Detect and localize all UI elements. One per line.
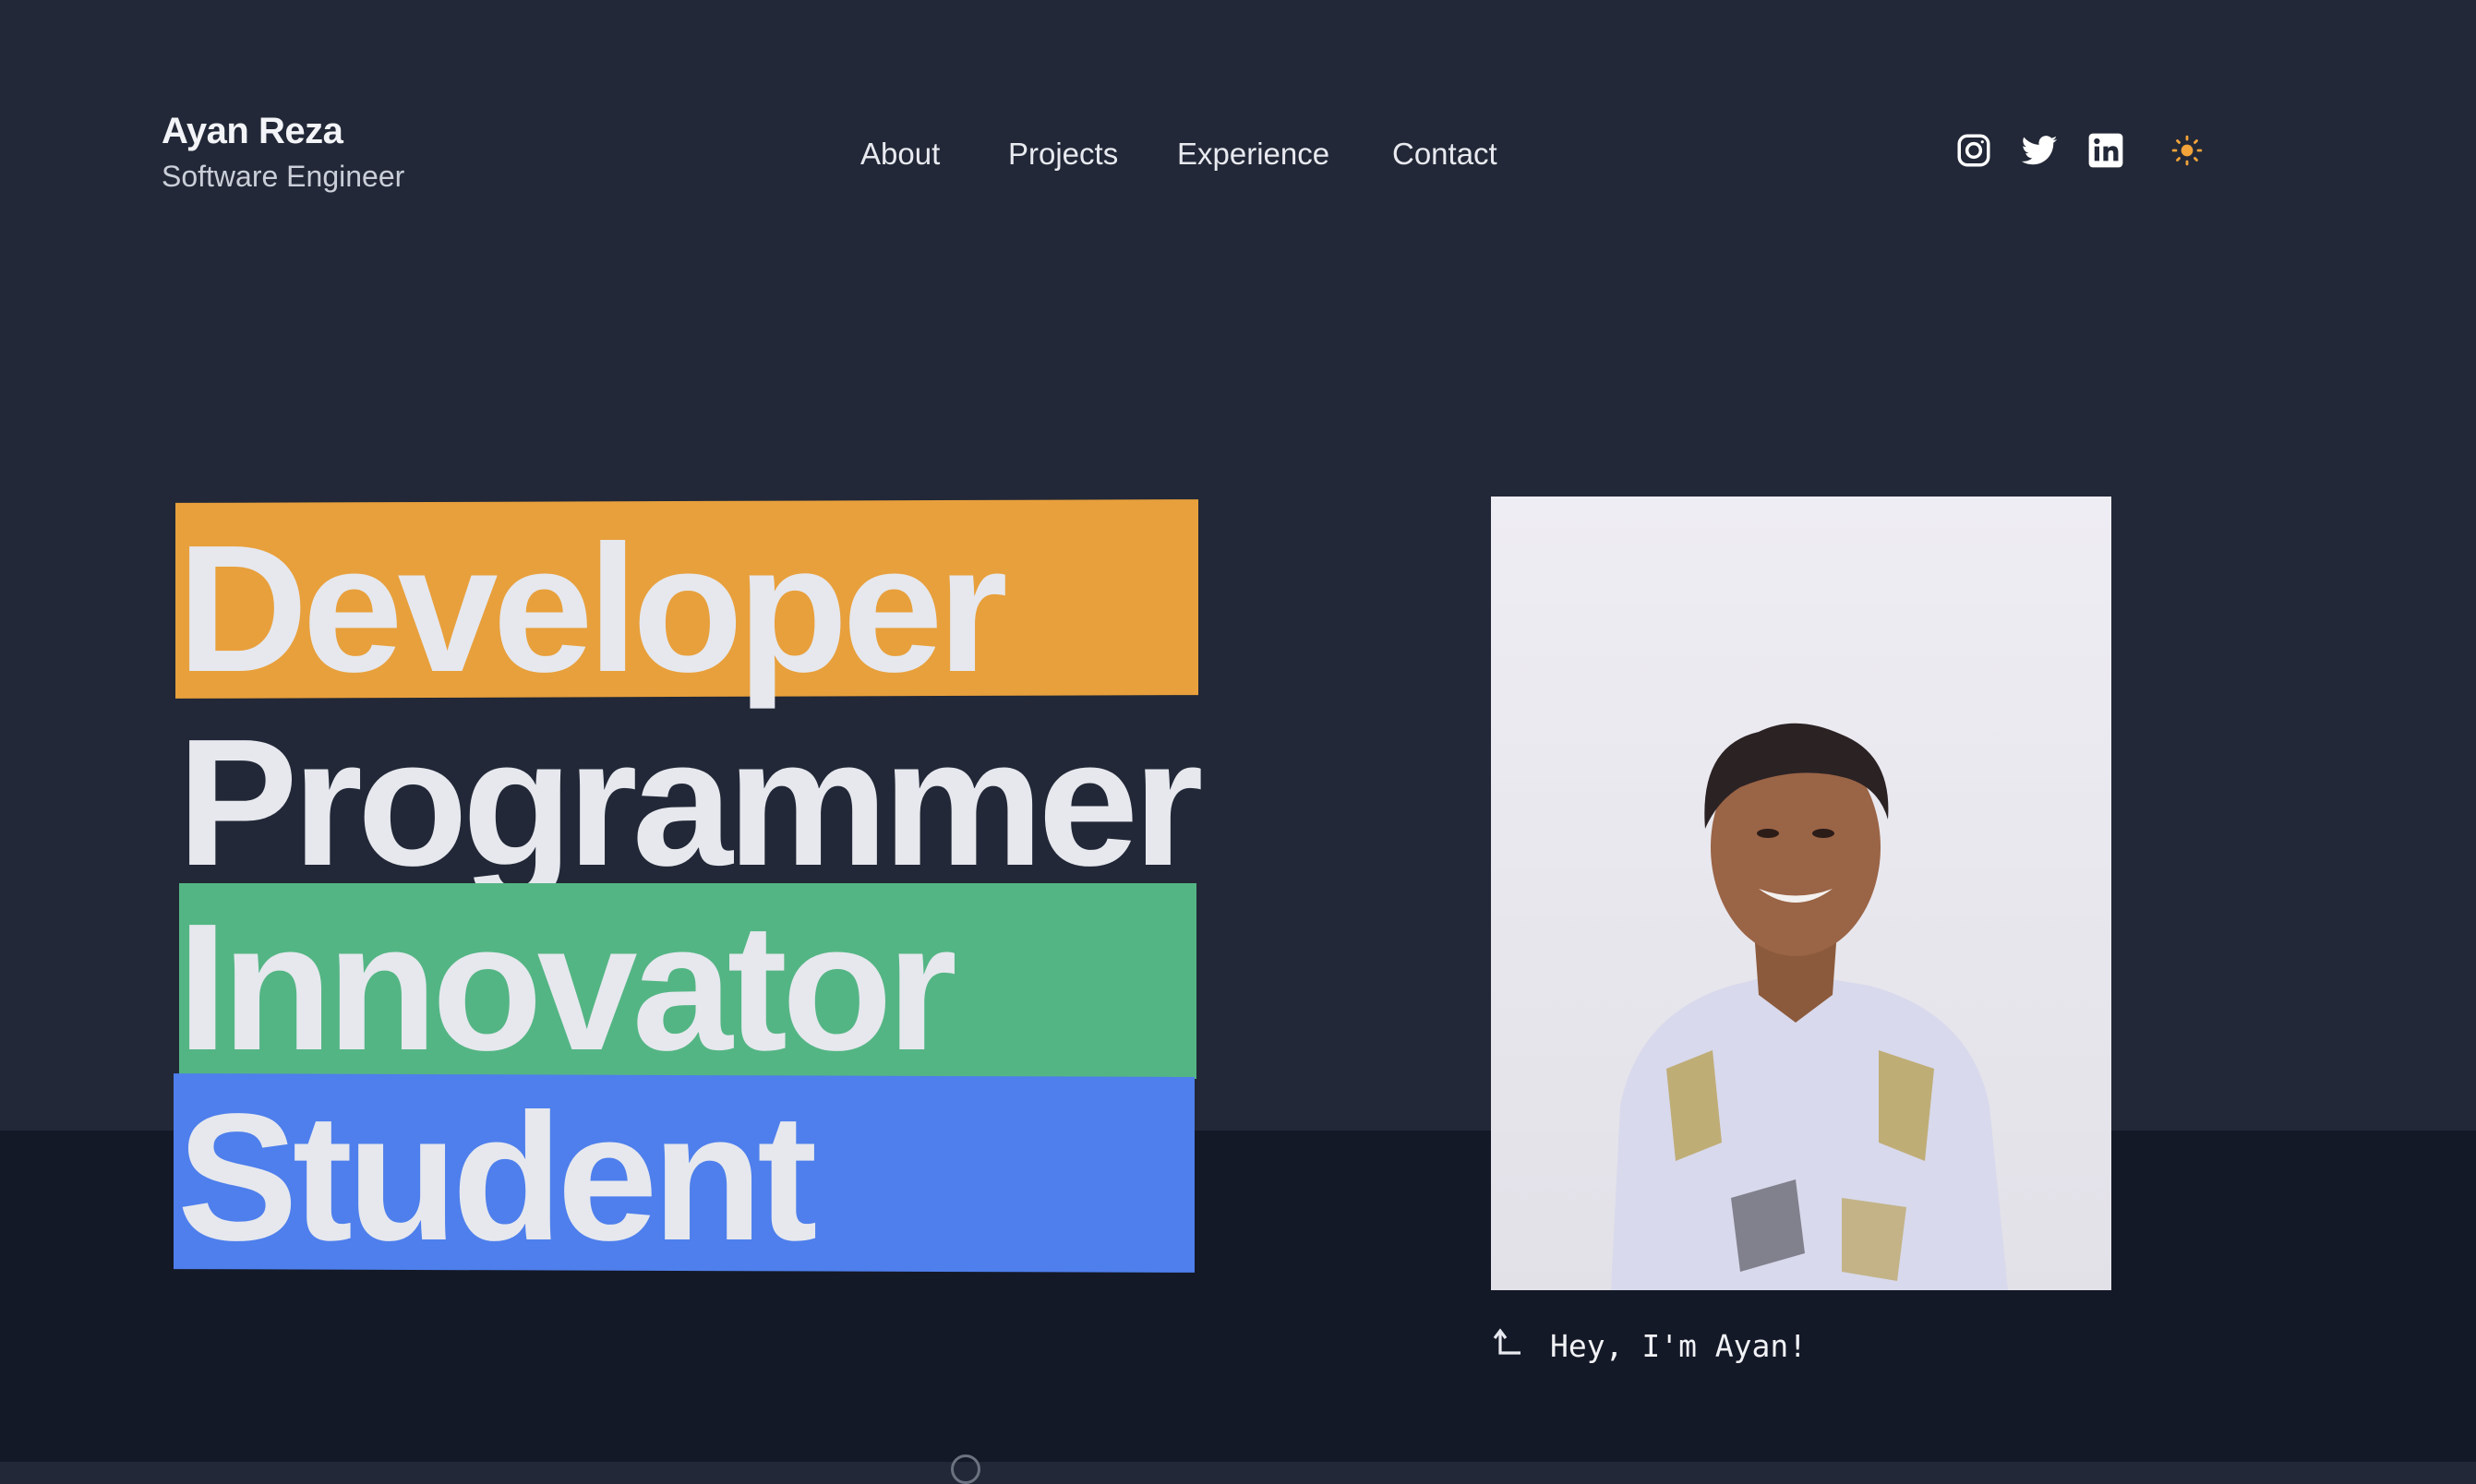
photo-caption: Hey, I'm Ayan!	[1491, 1327, 1807, 1364]
hero-word-developer: Developer	[177, 508, 1008, 710]
sun-icon	[2171, 135, 2203, 166]
nav-projects[interactable]: Projects	[1008, 135, 1118, 174]
nav-contact[interactable]: Contact	[1392, 135, 1497, 174]
twitter-icon[interactable]	[2020, 131, 2059, 170]
theme-toggle-button[interactable]	[2171, 135, 2203, 166]
hero-word-student: Student	[177, 1076, 817, 1278]
hero-word-programmer: Programmer	[177, 701, 1204, 904]
brand[interactable]: Ayan Reza Software Engineer	[162, 109, 404, 196]
brand-role: Software Engineer	[162, 160, 405, 193]
linkedin-icon[interactable]	[2086, 131, 2125, 170]
caption-text: Hey, I'm Ayan!	[1550, 1327, 1808, 1364]
brand-name: Ayan Reza	[162, 111, 343, 151]
instagram-icon[interactable]	[1954, 131, 1993, 170]
nav-experience[interactable]: Experience	[1177, 135, 1329, 174]
profile-photo	[1491, 497, 2111, 1290]
corner-up-left-arrow-icon	[1491, 1327, 1522, 1364]
scroll-indicator[interactable]	[951, 1454, 980, 1484]
hero-word-innovator: Innovator	[177, 886, 957, 1088]
nav-about[interactable]: About	[860, 135, 940, 174]
